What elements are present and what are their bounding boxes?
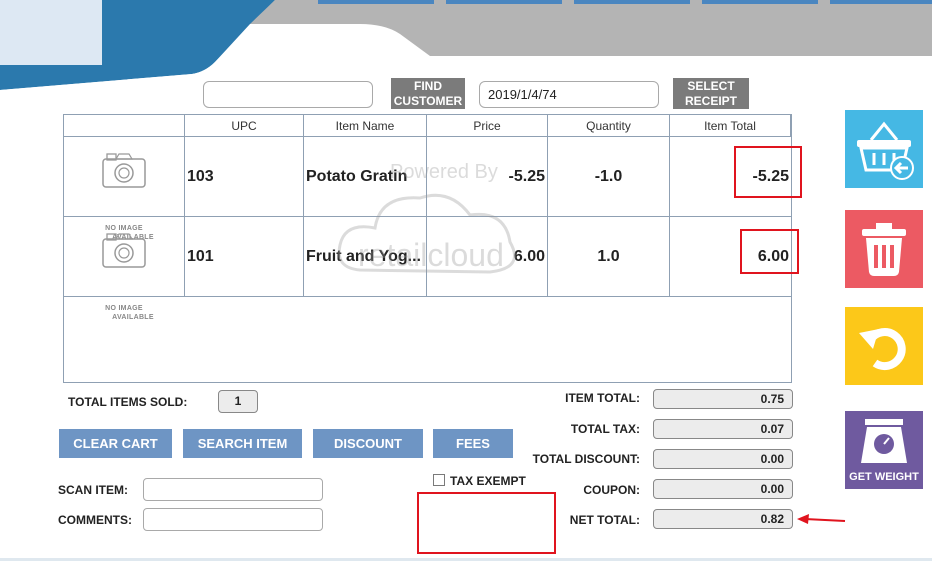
annotation-box-row2-total [740, 229, 799, 274]
price-cell: 6.00 [427, 217, 548, 296]
item-image-cell: NO IMAGE AVAILABLE [64, 137, 185, 241]
get-weight-label: GET WEIGHT [849, 471, 919, 483]
receipt-input[interactable] [479, 81, 659, 108]
search-item-button[interactable]: SEARCH ITEM [183, 429, 302, 458]
trash-icon [862, 223, 906, 276]
item-name-cell: Potato Gratin [304, 137, 427, 216]
no-image-text-1: NO IMAGE [105, 305, 143, 312]
get-weight-button[interactable]: GET WEIGHT [845, 411, 923, 489]
camera-icon [102, 153, 146, 188]
undo-button[interactable] [845, 307, 923, 385]
scan-item-input[interactable] [143, 478, 323, 501]
quantity-cell: 1.0 [548, 217, 670, 296]
col-header-price: Price [427, 115, 548, 137]
comments-input[interactable] [143, 508, 323, 531]
quantity-cell: -1.0 [548, 137, 670, 216]
price-cell: -5.25 [427, 137, 548, 216]
comments-label: COMMENTS: [58, 513, 132, 527]
total-items-label: TOTAL ITEMS SOLD: [68, 395, 188, 409]
select-receipt-label-2: RECEIPT [684, 94, 737, 108]
total-discount-label: TOTAL DISCOUNT: [532, 452, 640, 466]
total-tax-value: 0.07 [653, 419, 793, 439]
top-tab-4[interactable] [702, 0, 818, 4]
tax-exempt-checkbox[interactable] [433, 474, 445, 486]
select-receipt-label-1: SELECT [687, 79, 735, 93]
item-total-label: ITEM TOTAL: [565, 391, 640, 405]
coupon-label: COUPON: [583, 483, 640, 497]
top-tab-5[interactable] [830, 0, 932, 4]
total-tax-label: TOTAL TAX: [570, 422, 640, 436]
return-cart-button[interactable] [845, 110, 923, 188]
find-customer-button[interactable]: FIND CUSTOMER [391, 78, 465, 109]
col-header-quantity: Quantity [548, 115, 670, 137]
coupon-value: 0.00 [653, 479, 793, 499]
customer-input[interactable] [203, 81, 373, 108]
scale-icon [861, 419, 907, 463]
find-customer-label-2: CUSTOMER [393, 94, 463, 108]
table-row[interactable]: NO IMAGE AVAILABLE 103 Potato Gratin -5.… [64, 137, 791, 241]
basket-return-icon [857, 121, 914, 180]
item-name-cell: Fruit and Yog... [304, 217, 427, 296]
total-discount-value: 0.00 [653, 449, 793, 469]
undo-icon [859, 328, 906, 371]
net-total-value: 0.82 [653, 509, 793, 529]
col-header-upc: UPC [185, 115, 304, 137]
no-image-placeholder: NO IMAGE AVAILABLE [84, 225, 164, 321]
select-receipt-button[interactable]: SELECT RECEIPT [673, 78, 749, 109]
col-header-item-total: Item Total [670, 115, 791, 137]
item-total-value: 0.75 [653, 389, 793, 409]
find-customer-label-1: FIND [414, 79, 442, 93]
col-header-item-name: Item Name [304, 115, 427, 137]
col-header-image [64, 115, 185, 137]
no-image-placeholder: NO IMAGE AVAILABLE [84, 145, 164, 241]
scan-item-label: SCAN ITEM: [58, 483, 128, 497]
no-image-text-2: AVAILABLE [112, 314, 154, 321]
annotation-box-row1-total [734, 146, 802, 198]
top-tab-2[interactable] [446, 0, 562, 4]
table-row[interactable]: NO IMAGE AVAILABLE 101 Fruit and Yog... … [64, 217, 791, 321]
delete-button[interactable] [845, 210, 923, 288]
top-tab-1[interactable] [318, 0, 434, 4]
clear-cart-button[interactable]: CLEAR CART [59, 429, 172, 458]
camera-icon [102, 233, 146, 268]
discount-button[interactable]: DISCOUNT [313, 429, 423, 458]
upc-cell: 103 [185, 137, 304, 216]
item-image-cell: NO IMAGE AVAILABLE [64, 217, 185, 321]
total-items-value: 1 [218, 390, 258, 413]
app-header [0, 0, 932, 90]
upc-cell: 101 [185, 217, 304, 296]
cart-table: UPC Item Name Price Quantity Item Total … [63, 114, 792, 383]
net-total-label: NET TOTAL: [569, 513, 640, 527]
top-tab-3[interactable] [574, 0, 690, 4]
annotation-arrow [797, 514, 846, 524]
